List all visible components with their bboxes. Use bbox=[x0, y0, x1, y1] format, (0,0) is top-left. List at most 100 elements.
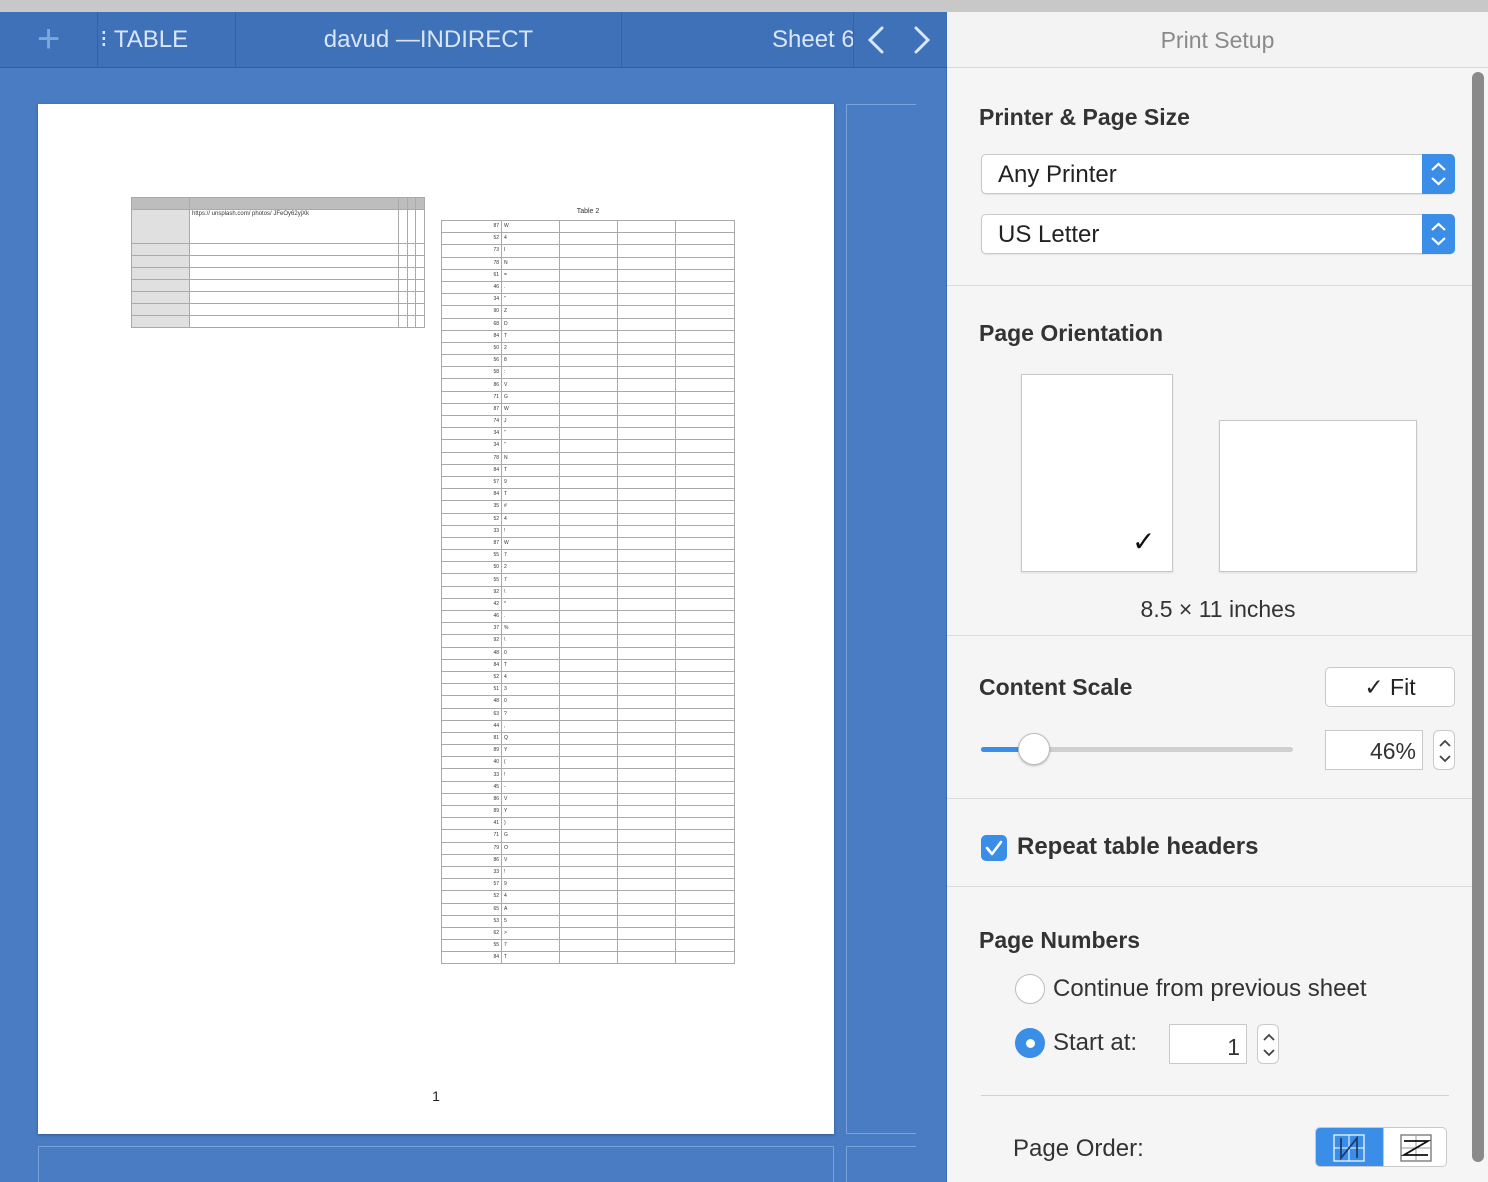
table-cell: 89 bbox=[441, 744, 502, 758]
table-cell bbox=[617, 914, 676, 928]
table-cell: 78 bbox=[441, 451, 502, 465]
table-row: 71 G bbox=[441, 829, 735, 843]
table-cell: 42 bbox=[441, 597, 502, 612]
table-cell bbox=[617, 219, 676, 234]
app-window: + ⁝ TABLE davud —INDIRECT Sheet 6 https:… bbox=[0, 0, 1488, 1182]
sheet-tab-sheet6[interactable]: Sheet 6 bbox=[622, 12, 854, 68]
repeat-headers-label[interactable]: Repeat table headers bbox=[1017, 833, 1258, 861]
paper-size-popup[interactable]: US Letter bbox=[981, 214, 1455, 254]
table-cell: T bbox=[501, 329, 560, 343]
scale-slider-knob[interactable] bbox=[1018, 733, 1051, 765]
start-at-stepper[interactable] bbox=[1257, 1024, 1279, 1064]
table-cell bbox=[617, 512, 676, 526]
table-cell bbox=[559, 902, 618, 916]
table-cell bbox=[559, 683, 618, 697]
table-cell: ! bbox=[501, 524, 560, 538]
table-cell: 84 bbox=[441, 658, 502, 672]
start-at-field[interactable]: 1 bbox=[1169, 1024, 1247, 1064]
table-cell bbox=[617, 549, 676, 563]
stepper-arrows-icon bbox=[1263, 1033, 1275, 1057]
repeat-headers-checkbox[interactable] bbox=[981, 835, 1007, 861]
table-cell bbox=[617, 414, 676, 429]
table-cell: ( bbox=[501, 756, 560, 770]
start-at-label[interactable]: Start at: bbox=[1053, 1029, 1137, 1057]
landscape-option[interactable] bbox=[1219, 420, 1417, 572]
scale-stepper[interactable] bbox=[1433, 730, 1455, 770]
table-cell: W bbox=[501, 536, 560, 551]
table-cell: I bbox=[501, 244, 560, 258]
table-cell bbox=[675, 707, 735, 721]
table-cell bbox=[617, 634, 676, 648]
table-cell bbox=[559, 549, 618, 563]
table-cell bbox=[559, 939, 618, 953]
previous-sheet-button[interactable] bbox=[856, 12, 896, 68]
table-row: 78 N bbox=[441, 451, 735, 465]
table-row: 52 4 bbox=[441, 232, 735, 246]
table-cell bbox=[617, 707, 676, 721]
table-cell bbox=[617, 622, 676, 636]
table-cell bbox=[675, 670, 735, 685]
table-cell: 2 bbox=[501, 561, 560, 575]
page-orientation-section: Page Orientation ✓ 8.5 × 11 inches bbox=[947, 286, 1473, 636]
page-order-over-then-down[interactable] bbox=[1383, 1128, 1446, 1166]
table-cell bbox=[617, 268, 676, 282]
sheet-tab-davud-indirect[interactable]: davud —INDIRECT bbox=[236, 12, 622, 68]
table-cell: 44 bbox=[441, 719, 502, 733]
table-row: 68 D bbox=[441, 317, 735, 331]
table-cell bbox=[675, 402, 735, 417]
table-cell bbox=[675, 719, 735, 733]
table-cell: 45 bbox=[441, 780, 502, 794]
table-cell: Q bbox=[501, 731, 560, 746]
table-cell bbox=[617, 792, 676, 807]
next-sheet-button[interactable] bbox=[902, 12, 942, 68]
table-cell bbox=[559, 573, 618, 587]
table-cell: ! bbox=[501, 768, 560, 782]
start-at-radio[interactable] bbox=[1015, 1028, 1045, 1058]
table-row: 58: bbox=[441, 366, 735, 380]
updown-arrows-icon bbox=[1422, 154, 1455, 194]
table-cell bbox=[675, 232, 735, 246]
table-cell bbox=[675, 549, 735, 563]
table-cell bbox=[617, 878, 676, 892]
table-cell: 48 bbox=[441, 646, 502, 660]
table-cell bbox=[559, 585, 618, 599]
table-row: 74 J bbox=[441, 414, 735, 429]
table-cell bbox=[559, 658, 618, 672]
table-row: 63? bbox=[441, 707, 735, 721]
sidebar-scrollbar[interactable] bbox=[1472, 72, 1484, 1162]
continue-radio[interactable] bbox=[1015, 974, 1045, 1004]
add-sheet-button[interactable]: + bbox=[0, 12, 98, 68]
table-cell bbox=[675, 439, 735, 453]
fit-button[interactable]: ✓ Fit bbox=[1325, 667, 1455, 707]
table-cell: . bbox=[501, 609, 560, 624]
table-cell bbox=[675, 524, 735, 538]
table-cell bbox=[675, 366, 735, 380]
table-row: 61 = bbox=[441, 268, 735, 282]
table-cell bbox=[617, 463, 676, 477]
table-cell bbox=[675, 378, 735, 392]
table-cell bbox=[617, 390, 676, 404]
continue-label[interactable]: Continue from previous sheet bbox=[1053, 975, 1367, 1003]
table-cell bbox=[675, 244, 735, 258]
table-cell bbox=[617, 829, 676, 843]
table-cell bbox=[559, 439, 618, 453]
table-cell bbox=[559, 232, 618, 246]
table-cell: 79 bbox=[441, 841, 502, 855]
portrait-option[interactable]: ✓ bbox=[1021, 374, 1173, 572]
section-heading: Printer & Page Size bbox=[979, 104, 1190, 130]
table-cell bbox=[617, 646, 676, 660]
sheet-tab-table[interactable]: ⁝ TABLE bbox=[98, 12, 236, 68]
table-cell: 46 bbox=[441, 280, 502, 295]
table-cell bbox=[559, 256, 618, 270]
table-cell: - bbox=[501, 780, 560, 794]
table-row: 55 7 bbox=[441, 549, 735, 563]
table-cell bbox=[675, 878, 735, 892]
scale-percent-field[interactable]: 46% bbox=[1325, 730, 1423, 770]
paper-size-value: US Letter bbox=[998, 221, 1100, 248]
table-cell: 87 bbox=[441, 402, 502, 417]
printer-popup[interactable]: Any Printer bbox=[981, 154, 1455, 194]
table-cell bbox=[559, 305, 618, 319]
table-cell: 0 bbox=[501, 646, 560, 660]
page-order-down-then-over[interactable] bbox=[1316, 1128, 1383, 1166]
table-cell bbox=[559, 317, 618, 331]
